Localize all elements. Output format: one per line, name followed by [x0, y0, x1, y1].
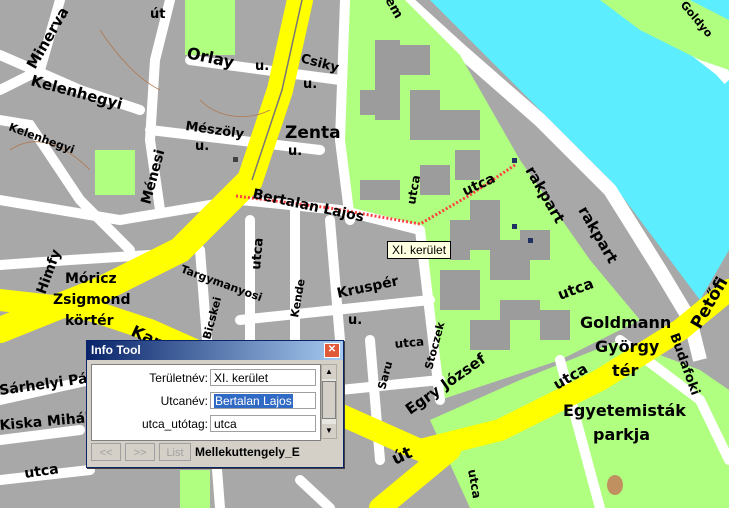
attribute-value-field[interactable]: utca	[210, 415, 316, 432]
label-krusper-u: u.	[348, 313, 362, 328]
attribute-key: utca_utótag:	[141, 417, 208, 431]
attribute-value-field-selected[interactable]: Bertalan Lajos	[210, 392, 316, 409]
attribute-row-utcanev: Utcanév: Bertalan Lajos	[92, 390, 320, 412]
close-icon[interactable]: ✕	[324, 343, 340, 358]
label-goldmann-1: Goldmann	[580, 313, 671, 332]
label-csiky-u: u.	[303, 77, 317, 92]
scroll-thumb[interactable]	[322, 381, 336, 419]
attribute-key: Területnév:	[149, 371, 208, 385]
label-moricz-2: Zsigmond	[53, 292, 131, 308]
vertical-scrollbar[interactable]: ▲ ▼	[321, 364, 337, 439]
layer-name: Mellekuttengely_E	[195, 445, 300, 459]
label-moricz-3: körtér	[65, 313, 114, 329]
dialog-title: Info Tool	[91, 343, 141, 357]
label-moricz-1: Móricz	[65, 271, 117, 287]
attribute-key: Utcanév:	[160, 394, 208, 408]
label-utca-2: utca	[249, 237, 267, 270]
list-button[interactable]: List	[159, 443, 191, 461]
scroll-down-icon[interactable]: ▼	[322, 424, 336, 438]
label-egyetemistak-2: parkja	[593, 425, 650, 444]
label-utca-7: utca	[394, 334, 425, 351]
attribute-row-utca-utotag: utca_utótag: utca	[92, 413, 320, 435]
map-tooltip: XI. kerület	[387, 241, 452, 259]
selected-text: Bertalan Lajos	[214, 394, 293, 408]
label-egyetemistak-1: Egyetemisták	[563, 401, 686, 420]
label-zenta-u: u.	[288, 144, 302, 159]
label-goldmann-2: György	[595, 337, 660, 356]
scroll-up-icon[interactable]: ▲	[322, 365, 336, 379]
label-ut-small: út	[150, 7, 165, 22]
label-orlay-u: u.	[255, 59, 269, 74]
label-zenta: Zenta	[285, 123, 341, 143]
attribute-value-field[interactable]: XI. kerület	[210, 369, 316, 386]
next-button[interactable]: >>	[125, 443, 155, 461]
info-tool-dialog[interactable]: Info Tool ✕ Területnév: XI. kerület Utca…	[86, 340, 344, 468]
dialog-button-bar: << >> List Mellekuttengely_E	[91, 443, 339, 463]
label-meszoly-u: u.	[195, 139, 209, 154]
label-goldmann-3: tér	[612, 361, 639, 380]
attribute-list: Területnév: XI. kerület Utcanév: Bertala…	[91, 364, 321, 441]
dialog-title-bar[interactable]: Info Tool ✕	[87, 341, 343, 360]
prev-button[interactable]: <<	[91, 443, 121, 461]
attribute-row-teruletnev: Területnév: XI. kerület	[92, 367, 320, 389]
